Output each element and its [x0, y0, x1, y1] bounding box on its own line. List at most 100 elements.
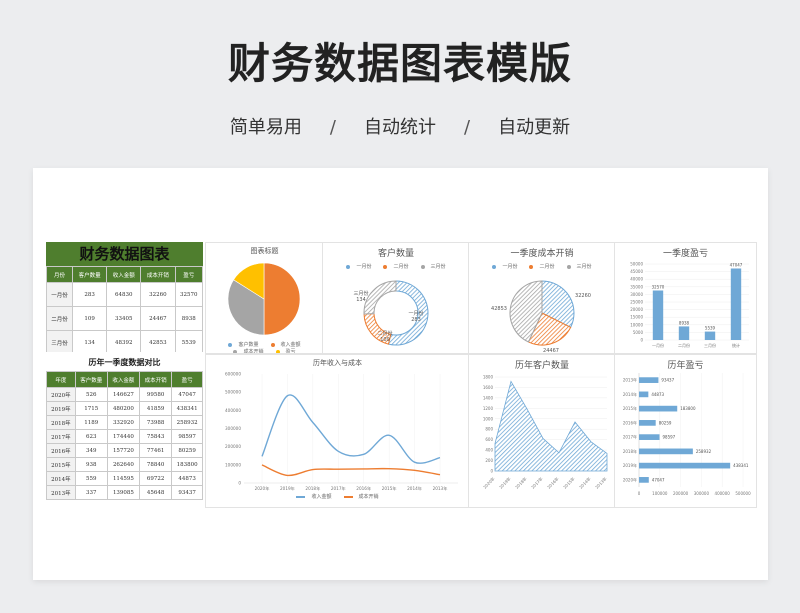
- table-cell[interactable]: 349: [74, 443, 108, 458]
- table-cell[interactable]: 114595: [106, 471, 141, 486]
- finance-summary-table-panel: 财务数据图表 月份 客户数量 收入金额 成本开销 盈亏 一月份 283 64830 32260…: [46, 242, 203, 352]
- tick-label: 2015年: [623, 405, 637, 411]
- legend-label: 二月份: [539, 264, 555, 270]
- table-cell[interactable]: 559: [74, 471, 108, 486]
- table-cell[interactable]: 69722: [139, 471, 173, 486]
- tick-label: 2014年: [577, 475, 591, 489]
- table-cell[interactable]: 一月份: [46, 282, 73, 307]
- table-row: 二月份 109 33405 24467 8938: [46, 306, 203, 331]
- tick-label: 40000: [630, 277, 643, 282]
- column-header: 收入金额: [106, 266, 142, 283]
- table-cell[interactable]: 332920: [106, 415, 141, 430]
- table-cell[interactable]: 75843: [139, 429, 173, 444]
- separator: /: [329, 117, 336, 138]
- table-cell[interactable]: 1189: [74, 415, 108, 430]
- table-cell[interactable]: 48392: [106, 330, 142, 352]
- table-cell[interactable]: 262640: [106, 457, 141, 472]
- table-cell[interactable]: 三月份: [46, 330, 73, 352]
- chart-panel-overview-pie: 图表标题 客户数量 收入金额成本开销 盈亏: [205, 242, 324, 354]
- legend-marker: [270, 342, 275, 347]
- table-cell[interactable]: 134: [71, 330, 108, 352]
- tick-label: 二月份: [678, 342, 690, 348]
- column-header: 客户数量: [71, 266, 108, 283]
- table-cell[interactable]: 32570: [174, 282, 203, 307]
- table-cell[interactable]: 78840: [139, 457, 173, 472]
- table-cell[interactable]: 73988: [139, 415, 173, 430]
- chart-title: 图表标题: [250, 247, 279, 255]
- tick-label: 50000: [630, 262, 643, 267]
- table-cell[interactable]: 2014年: [46, 471, 76, 486]
- q1-profit-bar-chart: 0 5000 10000 15000 20000 25000 30000 35000 40000…: [630, 262, 749, 348]
- bar: [639, 477, 649, 483]
- yearly-profit-bar-chart: 0 100000 200000 300000 400000 500000 93437 2013…: [623, 373, 751, 496]
- tick-label: 800: [485, 427, 493, 432]
- table-cell[interactable]: 2015年: [46, 457, 76, 472]
- table-cell[interactable]: 2017年: [46, 429, 76, 444]
- chart-panel-customer-donut: 客户数量 一月份 二月份 三月份 一月份 283 二月份 109 三月份 134: [322, 242, 470, 354]
- table-cell[interactable]: 183800: [171, 457, 203, 472]
- table-cell[interactable]: 98597: [171, 429, 203, 444]
- table-cell[interactable]: 二月份: [46, 306, 73, 331]
- table-cell[interactable]: 8938: [174, 306, 203, 331]
- legend-label: 二月份: [393, 264, 409, 270]
- tick-label: 2013年: [623, 377, 637, 383]
- legend-item: 客户数量: [225, 342, 261, 348]
- chart-legend: 一月份 二月份 三月份: [469, 263, 615, 270]
- table-cell[interactable]: 2020年: [46, 387, 76, 402]
- table-cell[interactable]: 24467: [140, 306, 176, 331]
- table-cell[interactable]: 623: [74, 429, 108, 444]
- table-cell[interactable]: 64830: [106, 282, 142, 307]
- table-cell[interactable]: 80259: [171, 443, 203, 458]
- table-cell[interactable]: 2016年: [46, 443, 76, 458]
- data-label: 80259: [659, 420, 672, 425]
- table-cell[interactable]: 2019年: [46, 401, 76, 416]
- data-label: 93437: [661, 378, 674, 383]
- table-cell[interactable]: 32260: [140, 282, 176, 307]
- tick-label: 600: [485, 437, 493, 442]
- table-cell[interactable]: 1715: [74, 401, 108, 416]
- table-cell[interactable]: 157720: [106, 443, 141, 458]
- column-header: 盈亏: [171, 371, 203, 388]
- tick-label: 10000: [630, 322, 643, 327]
- column-header: 收入金额: [106, 371, 141, 388]
- table-cell[interactable]: 77461: [139, 443, 173, 458]
- table-cell[interactable]: 109: [71, 306, 108, 331]
- legend-item: 收入金额: [268, 342, 304, 348]
- table-cell[interactable]: 44873: [171, 471, 203, 486]
- tick-label: 2015年: [561, 475, 575, 489]
- table-cell[interactable]: 337: [74, 485, 108, 500]
- table-cell[interactable]: 2018年: [46, 415, 76, 430]
- table-cell[interactable]: 438341: [171, 401, 203, 416]
- table-cell[interactable]: 47047: [171, 387, 203, 402]
- tick-label: 1800: [483, 375, 494, 380]
- table-cell[interactable]: 480200: [106, 401, 141, 416]
- table-cell[interactable]: 146627: [106, 387, 141, 402]
- bar: [639, 405, 678, 412]
- table-cell[interactable]: 258932: [171, 415, 203, 430]
- table-cell[interactable]: 526: [74, 387, 108, 402]
- tick-label: 500000: [735, 491, 751, 496]
- customer-donut-chart: 一月份283 二月份109 三月份134: [353, 280, 429, 346]
- tick-label: 15000: [630, 315, 643, 320]
- tick-label: 100000: [225, 462, 241, 467]
- table-cell[interactable]: 5539: [174, 330, 203, 352]
- bar: [730, 268, 742, 340]
- table-row: 2016年 349 157720 77461 80259: [46, 443, 203, 458]
- table-cell[interactable]: 99580: [139, 387, 173, 402]
- data-label: 283: [411, 317, 421, 323]
- data-label: 98597: [663, 435, 676, 440]
- table-cell[interactable]: 938: [74, 457, 108, 472]
- table-cell[interactable]: 2013年: [46, 485, 76, 500]
- legend-item: 成本开销: [341, 494, 382, 500]
- table-cell[interactable]: 33405: [106, 306, 142, 331]
- table-cell[interactable]: 283: [71, 282, 108, 307]
- table-cell[interactable]: 45648: [139, 485, 173, 500]
- table-cell[interactable]: 93437: [171, 485, 203, 500]
- legend-item: 二月份: [526, 264, 557, 270]
- table-cell[interactable]: 139085: [106, 485, 141, 500]
- table-cell[interactable]: 41859: [139, 401, 173, 416]
- table-cell[interactable]: 174440: [106, 429, 141, 444]
- tick-label: 0: [640, 338, 643, 343]
- table-cell[interactable]: 42853: [140, 330, 176, 352]
- tick-label: 2017年: [331, 485, 346, 492]
